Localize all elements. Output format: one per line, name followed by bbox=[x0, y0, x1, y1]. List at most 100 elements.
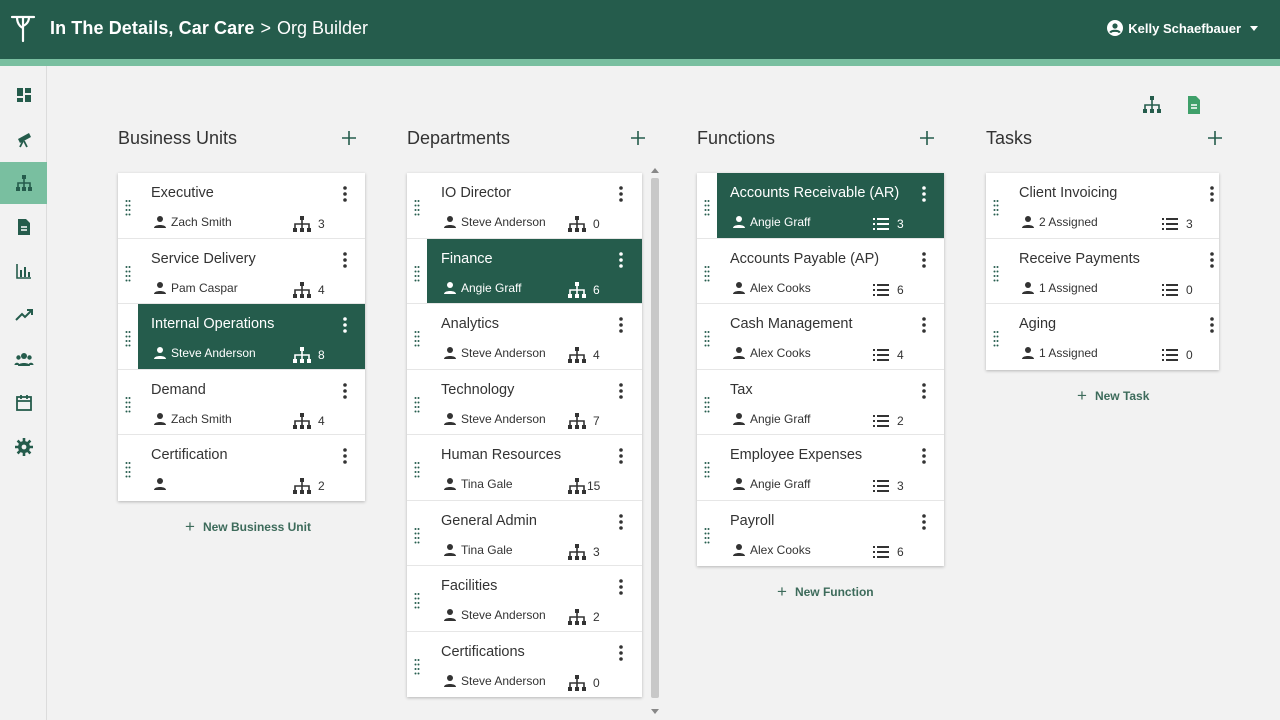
more-vertical-icon[interactable] bbox=[922, 186, 926, 202]
drag-handle-icon[interactable] bbox=[704, 527, 710, 545]
breadcrumb-company[interactable]: In The Details, Car Care bbox=[50, 18, 254, 39]
drag-handle-icon[interactable] bbox=[993, 199, 999, 217]
drag-handle-icon[interactable] bbox=[704, 461, 710, 479]
add-function-button[interactable] bbox=[918, 129, 936, 147]
list-item[interactable]: Service Delivery Pam Caspar 4 bbox=[118, 238, 365, 304]
list-item[interactable]: Technology Steve Anderson 7 bbox=[407, 369, 642, 435]
list-item[interactable]: Certifications Steve Anderson 0 bbox=[407, 631, 642, 697]
org-chart-icon[interactable] bbox=[1141, 94, 1163, 116]
more-vertical-icon[interactable] bbox=[1210, 186, 1214, 202]
sidebar bbox=[0, 66, 47, 720]
drag-handle-icon[interactable] bbox=[993, 265, 999, 283]
drag-handle-icon[interactable] bbox=[414, 461, 420, 479]
sidebar-item-calendar[interactable] bbox=[0, 382, 47, 424]
drag-handle-icon[interactable] bbox=[125, 330, 131, 348]
sidebar-item-org-builder[interactable] bbox=[0, 162, 47, 204]
more-vertical-icon[interactable] bbox=[619, 317, 623, 333]
list-item[interactable]: Employee Expenses Angie Graff 3 bbox=[697, 435, 944, 501]
count-value: 0 bbox=[593, 217, 600, 231]
list-item[interactable]: General Admin Tina Gale 3 bbox=[407, 500, 642, 566]
more-vertical-icon[interactable] bbox=[922, 448, 926, 464]
more-vertical-icon[interactable] bbox=[922, 317, 926, 333]
drag-handle-icon[interactable] bbox=[414, 199, 420, 217]
more-vertical-icon[interactable] bbox=[1210, 317, 1214, 333]
item-owner: Angie Graff bbox=[732, 215, 810, 229]
drag-handle-icon[interactable] bbox=[414, 396, 420, 414]
more-vertical-icon[interactable] bbox=[343, 317, 347, 333]
drag-handle-icon[interactable] bbox=[414, 330, 420, 348]
new-task-button[interactable]: + New Task bbox=[1077, 386, 1149, 406]
list-item[interactable]: Executive Zach Smith 3 bbox=[118, 173, 365, 239]
sidebar-item-vision[interactable] bbox=[0, 118, 47, 160]
sidebar-item-settings[interactable] bbox=[0, 426, 47, 468]
scroll-thumb[interactable] bbox=[651, 178, 659, 698]
list-item[interactable]: Tax Angie Graff 2 bbox=[697, 369, 944, 435]
list-item[interactable]: Client Invoicing 2 Assigned 3 bbox=[986, 173, 1219, 239]
drag-handle-icon[interactable] bbox=[704, 265, 710, 283]
list-item[interactable]: Analytics Steve Anderson 4 bbox=[407, 304, 642, 370]
drag-handle-icon[interactable] bbox=[704, 199, 710, 217]
tasks-list: Client Invoicing 2 Assigned 3 Receive Pa… bbox=[986, 173, 1219, 370]
scroll-down-arrow-icon[interactable] bbox=[651, 709, 659, 714]
tasks-title: Tasks bbox=[986, 128, 1033, 148]
list-item[interactable]: IO Director Steve Anderson 0 bbox=[407, 173, 642, 239]
more-vertical-icon[interactable] bbox=[619, 579, 623, 595]
drag-handle-icon[interactable] bbox=[704, 396, 710, 414]
list-item[interactable]: Receive Payments 1 Assigned 0 bbox=[986, 238, 1219, 304]
more-vertical-icon[interactable] bbox=[343, 448, 347, 464]
list-item[interactable]: Demand Zach Smith 4 bbox=[118, 369, 365, 435]
list-item-selected[interactable]: Internal Operations Steve Anderson 8 bbox=[118, 304, 365, 370]
new-business-unit-button[interactable]: + New Business Unit bbox=[185, 517, 311, 537]
list-item[interactable]: Certification 2 bbox=[118, 435, 365, 501]
person-icon bbox=[733, 281, 745, 294]
more-vertical-icon[interactable] bbox=[619, 186, 623, 202]
list-item[interactable]: Accounts Payable (AP) Alex Cooks 6 bbox=[697, 238, 944, 304]
item-assignees: 2 Assigned bbox=[1021, 215, 1098, 229]
scroll-up-arrow-icon[interactable] bbox=[651, 168, 659, 173]
list-item-selected[interactable]: Finance Angie Graff 6 bbox=[407, 238, 642, 304]
user-menu[interactable]: Kelly Schaefbauer bbox=[1107, 20, 1258, 36]
more-vertical-icon[interactable] bbox=[1210, 251, 1214, 268]
more-vertical-icon[interactable] bbox=[922, 251, 926, 268]
sidebar-item-dashboard[interactable] bbox=[0, 74, 47, 116]
more-vertical-icon[interactable] bbox=[343, 251, 347, 268]
more-vertical-icon[interactable] bbox=[619, 448, 623, 464]
more-vertical-icon[interactable] bbox=[619, 382, 623, 399]
sidebar-item-reports[interactable] bbox=[0, 250, 47, 292]
drag-handle-icon[interactable] bbox=[125, 199, 131, 217]
list-item[interactable]: Human Resources Tina Gale 15 bbox=[407, 435, 642, 501]
drag-handle-icon[interactable] bbox=[704, 330, 710, 348]
more-vertical-icon[interactable] bbox=[343, 382, 347, 399]
sidebar-item-people[interactable] bbox=[0, 338, 47, 380]
drag-handle-icon[interactable] bbox=[414, 527, 420, 545]
sidebar-item-trends[interactable] bbox=[0, 294, 47, 336]
more-vertical-icon[interactable] bbox=[619, 513, 623, 530]
list-item-selected[interactable]: Accounts Receivable (AR) Angie Graff 3 bbox=[697, 173, 944, 239]
more-vertical-icon[interactable] bbox=[619, 644, 623, 661]
drag-handle-icon[interactable] bbox=[125, 461, 131, 479]
drag-handle-icon[interactable] bbox=[125, 265, 131, 283]
list-item[interactable]: Payroll Alex Cooks 6 bbox=[697, 500, 944, 566]
list-item[interactable]: Aging 1 Assigned 0 bbox=[986, 304, 1219, 370]
list-item[interactable]: Cash Management Alex Cooks 4 bbox=[697, 304, 944, 370]
new-function-button[interactable]: + New Function bbox=[777, 582, 874, 602]
more-vertical-icon[interactable] bbox=[922, 382, 926, 399]
add-business-unit-button[interactable] bbox=[340, 129, 358, 147]
add-department-button[interactable] bbox=[629, 129, 647, 147]
drag-handle-icon[interactable] bbox=[414, 592, 420, 610]
drag-handle-icon[interactable] bbox=[993, 330, 999, 348]
more-vertical-icon[interactable] bbox=[343, 186, 347, 202]
drag-handle-icon[interactable] bbox=[414, 265, 420, 283]
drag-handle-icon[interactable] bbox=[414, 658, 420, 676]
list-item[interactable]: Facilities Steve Anderson 2 bbox=[407, 566, 642, 632]
sidebar-item-documents[interactable] bbox=[0, 206, 47, 248]
more-vertical-icon[interactable] bbox=[619, 251, 623, 268]
departments-scrollbar[interactable] bbox=[648, 166, 662, 718]
add-task-button[interactable] bbox=[1206, 129, 1224, 147]
logo-icon[interactable] bbox=[10, 14, 36, 44]
item-owner: Steve Anderson bbox=[153, 346, 256, 360]
document-icon[interactable] bbox=[1183, 94, 1205, 116]
assigned-count: 1 Assigned bbox=[1039, 280, 1098, 295]
drag-handle-icon[interactable] bbox=[125, 396, 131, 414]
more-vertical-icon[interactable] bbox=[922, 513, 926, 530]
